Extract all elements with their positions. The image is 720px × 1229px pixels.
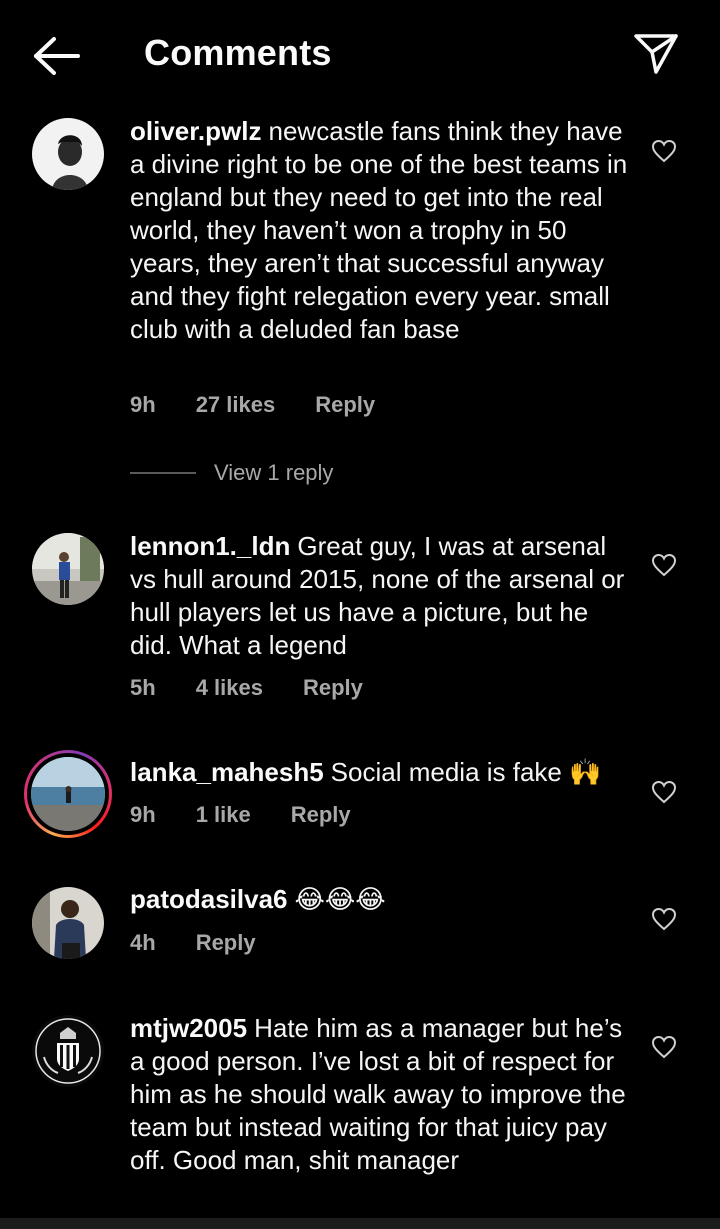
view-replies-button[interactable]: View 1 reply (130, 458, 333, 488)
header-bar: Comments (0, 0, 720, 110)
comment-text: 😂😂😂 (294, 884, 386, 914)
arrow-left-icon (34, 37, 80, 75)
reply-button[interactable]: Reply (196, 930, 256, 956)
heart-icon[interactable] (651, 1035, 677, 1059)
comment-username[interactable]: oliver.pwlz (130, 116, 262, 146)
comment-body: lanka_mahesh5 Social media is fake 🙌 (130, 756, 630, 789)
heart-icon[interactable] (651, 780, 677, 804)
comment-meta: 5h 4 likes Reply (130, 675, 363, 701)
comment-username[interactable]: lennon1._ldn (130, 531, 290, 561)
avatar-ring-gap (27, 753, 109, 835)
comment-meta: 9h 27 likes Reply (130, 392, 375, 418)
comment-time: 5h (130, 675, 156, 700)
reply-button[interactable]: Reply (315, 392, 375, 418)
comment-body: mtjw2005 Hate him as a manager but he’s a… (130, 1012, 630, 1177)
comment-meta: 4h Reply (130, 930, 256, 956)
comment-username[interactable]: patodasilva6 (130, 884, 288, 914)
comment-username[interactable]: mtjw2005 (130, 1013, 247, 1043)
comment-likes[interactable]: 4 likes (196, 675, 263, 701)
comment-body: lennon1._ldn Great guy, I was at arsenal … (130, 530, 630, 662)
divider (130, 472, 196, 474)
comment-body: patodasilva6 😂😂😂 (130, 883, 630, 916)
comment-meta: 9h 1 like Reply (130, 802, 351, 828)
comment-time: 4h (130, 930, 156, 955)
comment-text: Social media is fake 🙌 (330, 757, 602, 787)
bottom-bar (0, 1218, 720, 1229)
comment-username[interactable]: lanka_mahesh5 (130, 757, 324, 787)
heart-icon[interactable] (651, 139, 677, 163)
comment-text: newcastle fans think they have a divine … (130, 116, 628, 344)
comment-likes[interactable]: 1 like (196, 802, 251, 828)
reply-button[interactable]: Reply (291, 802, 351, 828)
avatar[interactable] (32, 887, 104, 959)
comment-body: oliver.pwlz newcastle fans think they hav… (130, 115, 630, 346)
paper-plane-icon (634, 34, 678, 74)
heart-icon[interactable] (651, 907, 677, 931)
comment-time: 9h (130, 802, 156, 827)
back-button[interactable] (30, 34, 82, 78)
reply-button[interactable]: Reply (303, 675, 363, 701)
avatar (31, 757, 105, 831)
comment-likes[interactable]: 27 likes (196, 392, 276, 418)
avatar[interactable] (32, 1015, 104, 1087)
view-replies-label: View 1 reply (214, 460, 334, 485)
avatar-story-ring[interactable] (24, 750, 112, 838)
comment-time: 9h (130, 392, 156, 417)
avatar[interactable] (32, 118, 104, 190)
share-button[interactable] (632, 30, 680, 76)
avatar[interactable] (32, 533, 104, 605)
heart-icon[interactable] (651, 553, 677, 577)
page-title: Comments (144, 32, 332, 73)
